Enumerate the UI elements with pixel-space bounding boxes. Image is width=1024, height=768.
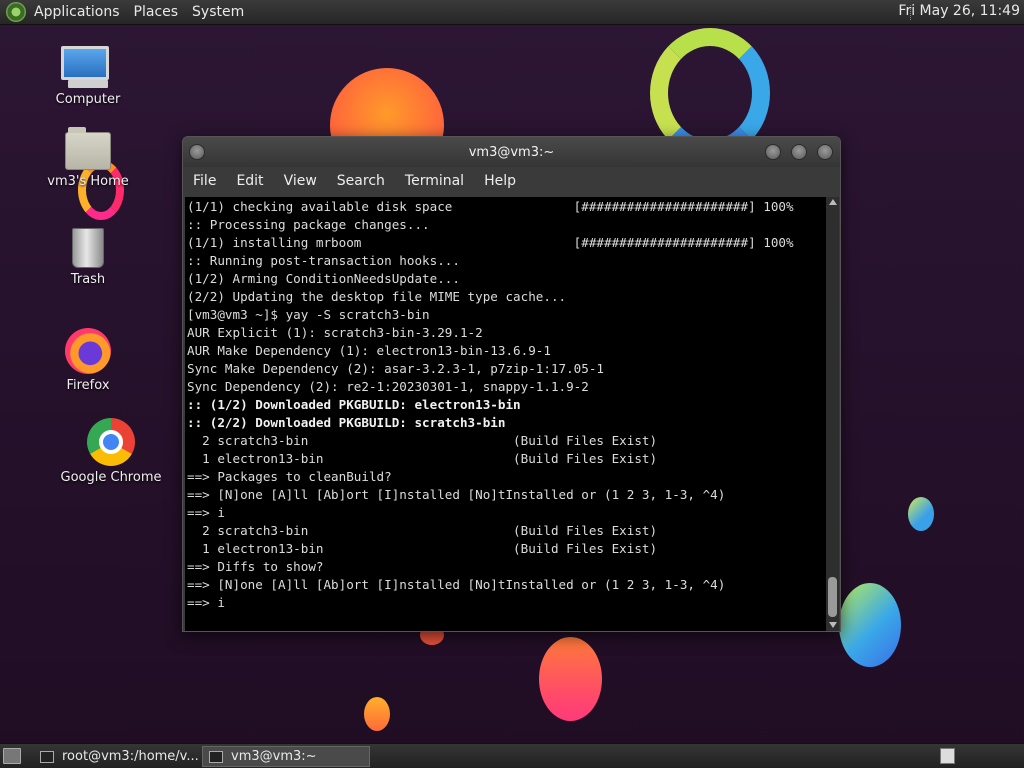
window-title: vm3@vm3:~ bbox=[468, 144, 555, 160]
terminal-line: 2 scratch3-bin (Build Files Exist) bbox=[187, 433, 658, 448]
desktop-icon-label: Google Chrome bbox=[60, 470, 162, 485]
taskbar-item-label: vm3@vm3:~ bbox=[231, 749, 317, 764]
terminal-line: ==> [N]one [A]ll [Ab]ort [I]nstalled [No… bbox=[187, 487, 726, 502]
terminal-line: AUR Explicit (1): scratch3-bin-3.29.1-2 bbox=[187, 325, 483, 340]
wallpaper-small-orange-oval bbox=[364, 697, 390, 731]
desktop-icon-firefox[interactable]: Firefox bbox=[33, 328, 143, 393]
distro-logo-icon[interactable] bbox=[6, 2, 26, 22]
scroll-up-arrow-icon[interactable] bbox=[829, 199, 837, 205]
bottom-taskbar: root@vm3:/home/v... vm3@vm3:~ bbox=[0, 743, 1024, 768]
minimize-button[interactable] bbox=[765, 144, 781, 160]
menu-edit[interactable]: Edit bbox=[226, 173, 273, 189]
terminal-icon bbox=[40, 750, 54, 763]
terminal-line: (1/2) Arming ConditionNeedsUpdate... bbox=[187, 271, 460, 286]
terminal-line: :: Processing package changes... bbox=[187, 217, 430, 232]
terminal-line: ==> i bbox=[187, 595, 225, 610]
menu-view[interactable]: View bbox=[274, 173, 327, 189]
terminal-menu-bar: File Edit View Search Terminal Help bbox=[183, 167, 840, 195]
terminal-line: 1 electron13-bin (Build Files Exist) bbox=[187, 451, 658, 466]
terminal-line: (1/1) checking available disk space [###… bbox=[187, 199, 794, 214]
terminal-line: ==> Diffs to show? bbox=[187, 559, 324, 574]
window-title-bar[interactable]: vm3@vm3:~ bbox=[183, 137, 840, 167]
taskbar-item-label: root@vm3:/home/v... bbox=[62, 749, 199, 764]
terminal-line: :: (1/2) Downloaded PKGBUILD: electron13… bbox=[187, 397, 521, 412]
terminal-line: (2/2) Updating the desktop file MIME typ… bbox=[187, 289, 567, 304]
wallpaper-small-circle bbox=[908, 497, 934, 531]
taskbar-item-root-terminal[interactable]: root@vm3:/home/v... bbox=[34, 746, 200, 767]
terminal-line: :: (2/2) Downloaded PKGBUILD: scratch3-b… bbox=[187, 415, 506, 430]
terminal-scrollbar[interactable] bbox=[826, 197, 839, 631]
desktop-icon-label: Firefox bbox=[66, 378, 110, 393]
menu-file[interactable]: File bbox=[183, 173, 226, 189]
menu-search[interactable]: Search bbox=[327, 173, 395, 189]
top-panel: Applications Places System Fri May 26, 1… bbox=[0, 0, 1024, 25]
scroll-thumb[interactable] bbox=[828, 577, 837, 617]
places-menu[interactable]: Places bbox=[134, 4, 179, 20]
desktop-icon-trash[interactable]: Trash bbox=[33, 228, 143, 287]
chrome-icon bbox=[87, 418, 135, 466]
terminal-line: (1/1) installing mrboom [###############… bbox=[187, 235, 794, 250]
terminal-line: Sync Dependency (2): re2-1:20230301-1, s… bbox=[187, 379, 589, 394]
trash-icon bbox=[72, 228, 104, 268]
scroll-down-arrow-icon[interactable] bbox=[829, 622, 837, 628]
computer-icon bbox=[61, 46, 115, 88]
terminal-line: Sync Make Dependency (2): asar-3.2.3-1, … bbox=[187, 361, 605, 376]
desktop-icon-home[interactable]: vm3's Home bbox=[33, 127, 143, 189]
terminal-line: ==> [N]one [A]ll [Ab]ort [I]nstalled [No… bbox=[187, 577, 726, 592]
terminal-icon bbox=[209, 750, 223, 763]
show-desktop-button[interactable] bbox=[3, 748, 21, 764]
terminal-line: ==> Packages to cleanBuild? bbox=[187, 469, 392, 484]
desktop-icon-computer[interactable]: Computer bbox=[33, 46, 143, 107]
desktop-icon-chrome[interactable]: Google Chrome bbox=[56, 418, 166, 485]
close-button[interactable] bbox=[817, 144, 833, 160]
menu-help[interactable]: Help bbox=[474, 173, 526, 189]
workspace-switcher[interactable] bbox=[940, 748, 955, 764]
taskbar-item-vm3-terminal[interactable]: vm3@vm3:~ bbox=[202, 746, 370, 767]
wallpaper-orange-oval bbox=[539, 637, 602, 721]
desktop-icon-label: vm3's Home bbox=[47, 174, 129, 189]
terminal-line: [vm3@vm3 ~]$ yay -S scratch3-bin bbox=[187, 307, 430, 322]
desktop-icon-label: Trash bbox=[70, 272, 106, 287]
terminal-output[interactable]: (1/1) checking available disk space [###… bbox=[185, 197, 827, 631]
menu-terminal[interactable]: Terminal bbox=[395, 173, 474, 189]
clock[interactable]: Fri May 26, 11:49 bbox=[898, 3, 1020, 19]
wallpaper-blue-circle bbox=[839, 583, 901, 667]
terminal-line: :: Running post-transaction hooks... bbox=[187, 253, 460, 268]
desktop-icon-label: Computer bbox=[55, 92, 121, 107]
terminal-text: (1/1) checking available disk space [###… bbox=[185, 197, 827, 612]
system-menu[interactable]: System bbox=[192, 4, 244, 20]
applications-menu[interactable]: Applications bbox=[34, 4, 120, 20]
terminal-line: 2 scratch3-bin (Build Files Exist) bbox=[187, 523, 658, 538]
home-folder-icon bbox=[65, 127, 111, 170]
terminal-line: ==> i bbox=[187, 505, 225, 520]
terminal-line: AUR Make Dependency (1): electron13-bin-… bbox=[187, 343, 551, 358]
window-menu-button[interactable] bbox=[189, 144, 205, 160]
terminal-window[interactable]: vm3@vm3:~ File Edit View Search Terminal… bbox=[182, 136, 841, 632]
terminal-line: 1 electron13-bin (Build Files Exist) bbox=[187, 541, 658, 556]
maximize-button[interactable] bbox=[791, 144, 807, 160]
firefox-icon bbox=[65, 328, 111, 374]
